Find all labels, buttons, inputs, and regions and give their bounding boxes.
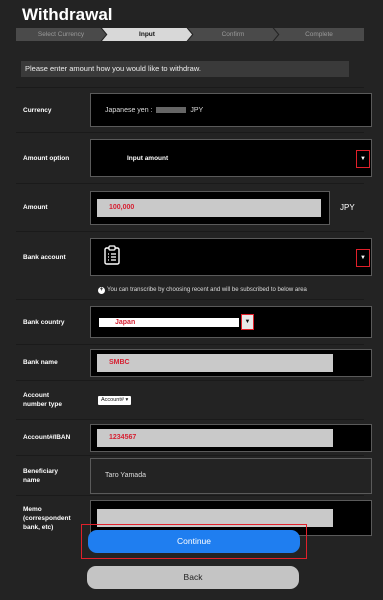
step-complete: Complete	[274, 28, 364, 41]
bank-account-row: Bank account ▼	[16, 231, 372, 282]
beneficiary-row: Beneficiary name Taro Yamada	[16, 455, 372, 495]
step-input: Input	[102, 28, 192, 41]
amount-option-row: Amount option Input amount ▼	[16, 132, 372, 183]
amount-label: Amount	[23, 204, 48, 211]
masked-value	[156, 106, 187, 113]
beneficiary-label: Beneficiary name	[23, 467, 59, 484]
bank-account-select[interactable]: ▼	[90, 238, 372, 276]
hint-text: You can transcribe by choosing recent an…	[107, 287, 307, 293]
account-type-row: Account number type Account# ▾	[16, 380, 364, 419]
instruction-notice: Please enter amount how you would like t…	[21, 61, 349, 77]
account-type-label: Account number type	[23, 392, 63, 408]
amount-row: Amount 100,000 JPY	[16, 183, 364, 231]
step-select-currency: Select Currency	[16, 28, 106, 41]
withdrawal-form: Currency Japanese yen : JPY Amount optio…	[16, 87, 372, 540]
account-iban-label: Account#/IBAN	[23, 434, 71, 441]
bank-name-label: Bank name	[23, 359, 58, 366]
bank-country-row: Bank country Japan ▼	[16, 299, 372, 344]
account-type-select[interactable]: Account# ▾	[98, 395, 132, 405]
transcribe-hint: + You can transcribe by choosing recent a…	[16, 282, 364, 299]
bank-account-label: Bank account	[23, 253, 66, 261]
chevron-down-icon[interactable]: ▼	[356, 150, 370, 168]
currency-display: Japanese yen : JPY	[90, 93, 372, 127]
continue-highlight: Continue	[81, 524, 307, 559]
memo-label: Memo (correspondent bank, etc)	[23, 505, 71, 531]
amount-unit: JPY	[340, 203, 355, 212]
currency-label: Currency	[23, 106, 52, 114]
info-icon: +	[98, 287, 105, 294]
progress-steps: Select Currency Input Confirm Complete	[16, 28, 364, 41]
beneficiary-display: Taro Yamada	[90, 457, 372, 494]
amount-field-wrap: 100,000	[90, 190, 330, 225]
account-iban-input[interactable]: 1234567	[97, 428, 333, 447]
amount-option-value: Input amount	[127, 154, 169, 162]
bank-country-select[interactable]: Japan	[99, 317, 239, 327]
clipboard-icon	[104, 244, 120, 270]
currency-row: Currency Japanese yen : JPY	[16, 87, 372, 132]
bank-country-label: Bank country	[23, 318, 65, 326]
account-iban-wrap: 1234567	[90, 423, 372, 452]
amount-option-select[interactable]: Input amount ▼	[90, 139, 372, 177]
continue-button[interactable]: Continue	[88, 530, 300, 553]
account-iban-row: Account#/IBAN 1234567	[16, 419, 372, 455]
step-confirm: Confirm	[188, 28, 278, 41]
amount-option-label: Amount option	[23, 154, 70, 162]
back-button[interactable]: Back	[87, 566, 299, 589]
amount-input[interactable]: 100,000	[97, 198, 321, 217]
bank-name-row: Bank name SMBC	[16, 344, 372, 380]
beneficiary-value: Taro Yamada	[105, 472, 146, 479]
page-title: Withdrawal	[22, 5, 113, 24]
currency-prefix: Japanese yen :	[105, 106, 153, 114]
bank-name-wrap: SMBC	[90, 348, 372, 377]
currency-suffix: JPY	[190, 106, 204, 114]
bank-name-input[interactable]: SMBC	[97, 353, 333, 372]
bank-country-wrap: Japan ▼	[90, 306, 372, 338]
chevron-down-icon[interactable]: ▼	[356, 249, 370, 267]
chevron-down-icon[interactable]: ▼	[241, 314, 254, 330]
